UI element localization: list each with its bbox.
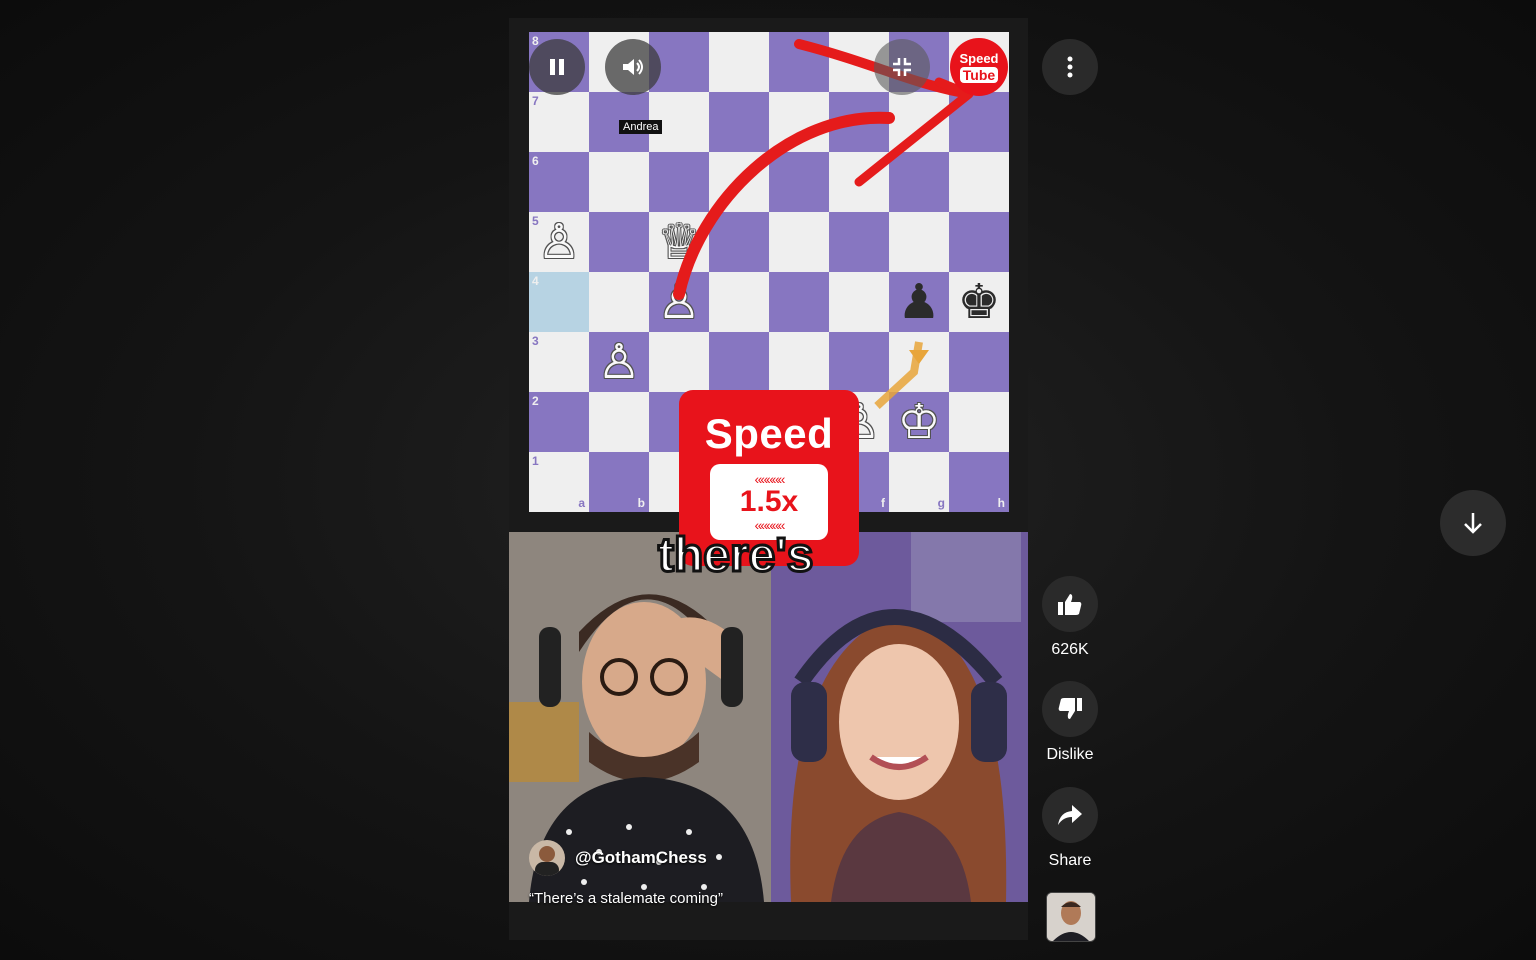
- square-e7: [769, 92, 829, 152]
- square-h7: [949, 92, 1009, 152]
- rank-label-3: 3: [532, 334, 539, 348]
- speed-overlay-value: 1.5x: [739, 485, 799, 518]
- square-d4: [709, 272, 769, 332]
- share-button[interactable]: [1042, 787, 1098, 843]
- channel-avatar[interactable]: [529, 840, 565, 876]
- square-d7: [709, 92, 769, 152]
- square-b4: [589, 272, 649, 332]
- square-h1: h: [949, 452, 1009, 512]
- square-g1: g: [889, 452, 949, 512]
- volume-button[interactable]: [605, 39, 661, 95]
- webcam-andrea: [771, 532, 1028, 902]
- next-video-button[interactable]: [1440, 490, 1506, 556]
- video-title: “There’s a stalemate coming”: [529, 890, 723, 907]
- white-pawn-b3: ♙: [597, 334, 641, 390]
- square-f3: [829, 332, 889, 392]
- person-right-figure: [771, 532, 1028, 902]
- channel-thumbnail-avatar[interactable]: [1046, 892, 1096, 942]
- dislike-label: Dislike: [1046, 746, 1094, 763]
- square-g6: [889, 152, 949, 212]
- rank-label-1: 1: [532, 454, 539, 468]
- speed-overlay-title: Speed: [704, 410, 834, 457]
- square-b6: [589, 152, 649, 212]
- speedtube-logo-bottom: Tube: [959, 67, 999, 83]
- square-g3: [889, 332, 949, 392]
- square-d5: [709, 212, 769, 272]
- speedtube-logo: Speed Tube: [950, 38, 1008, 96]
- white-king-g2: ♔: [897, 394, 941, 450]
- square-d8: [709, 32, 769, 92]
- square-e8: [769, 32, 829, 92]
- channel-row[interactable]: @GothamChess: [529, 840, 707, 876]
- square-f7: [829, 92, 889, 152]
- file-label-h: h: [997, 496, 1005, 510]
- share-label: Share: [1048, 852, 1092, 869]
- square-e5: [769, 212, 829, 272]
- square-f4: [829, 272, 889, 332]
- square-h5: [949, 212, 1009, 272]
- square-d3: [709, 332, 769, 392]
- speed-chevrons-top: «««««: [754, 471, 786, 487]
- square-g7: [889, 92, 949, 152]
- dislike-button[interactable]: [1042, 681, 1098, 737]
- player-name-tag: Andrea: [619, 120, 663, 134]
- black-king-h4: ♚: [957, 274, 1001, 330]
- white-queen-c5: ♕: [657, 214, 701, 270]
- file-label-a: a: [578, 496, 585, 510]
- arrow-down-icon: [1464, 513, 1482, 534]
- caption-word: there's: [656, 528, 814, 584]
- square-e4: [769, 272, 829, 332]
- square-e6: [769, 152, 829, 212]
- more-vertical-icon: [1067, 56, 1073, 78]
- file-label-b: b: [637, 496, 645, 510]
- like-count: 626K: [1051, 641, 1089, 658]
- square-a1: 1a: [529, 452, 589, 512]
- file-label-g: g: [937, 496, 945, 510]
- square-a3: 3: [529, 332, 589, 392]
- volume-icon: [623, 59, 643, 75]
- white-pawn-c4: ♙: [657, 274, 701, 330]
- share-icon: [1058, 805, 1082, 825]
- rank-label-6: 6: [532, 154, 539, 168]
- square-a7: 7: [529, 92, 589, 152]
- square-b5: [589, 212, 649, 272]
- square-c3: [649, 332, 709, 392]
- speedtube-logo-top: Speed: [959, 51, 999, 66]
- thumbs-up-icon: [1058, 594, 1082, 615]
- channel-handle[interactable]: @GothamChess: [575, 848, 707, 868]
- white-pawn-a5: ♙: [537, 214, 581, 270]
- collapse-icon: [893, 58, 911, 76]
- square-c6: [649, 152, 709, 212]
- collapse-button[interactable]: [874, 39, 930, 95]
- pause-icon: [550, 59, 564, 75]
- square-a2: 2: [529, 392, 589, 452]
- square-f6: [829, 152, 889, 212]
- square-b1: b: [589, 452, 649, 512]
- square-g5: [889, 212, 949, 272]
- rank-label-4: 4: [532, 274, 539, 288]
- square-a4: 4: [529, 272, 589, 332]
- square-d6: [709, 152, 769, 212]
- square-h2: [949, 392, 1009, 452]
- pause-button[interactable]: [529, 39, 585, 95]
- more-options-button[interactable]: [1042, 39, 1098, 95]
- rank-label-2: 2: [532, 394, 539, 408]
- square-b2: [589, 392, 649, 452]
- square-a6: 6: [529, 152, 589, 212]
- thumbs-down-icon: [1058, 698, 1082, 719]
- black-pawn-g4: ♟: [897, 274, 941, 330]
- like-button[interactable]: [1042, 576, 1098, 632]
- square-h3: [949, 332, 1009, 392]
- rank-label-7: 7: [532, 94, 539, 108]
- file-label-f: f: [881, 496, 885, 510]
- square-f5: [829, 212, 889, 272]
- square-h6: [949, 152, 1009, 212]
- square-e3: [769, 332, 829, 392]
